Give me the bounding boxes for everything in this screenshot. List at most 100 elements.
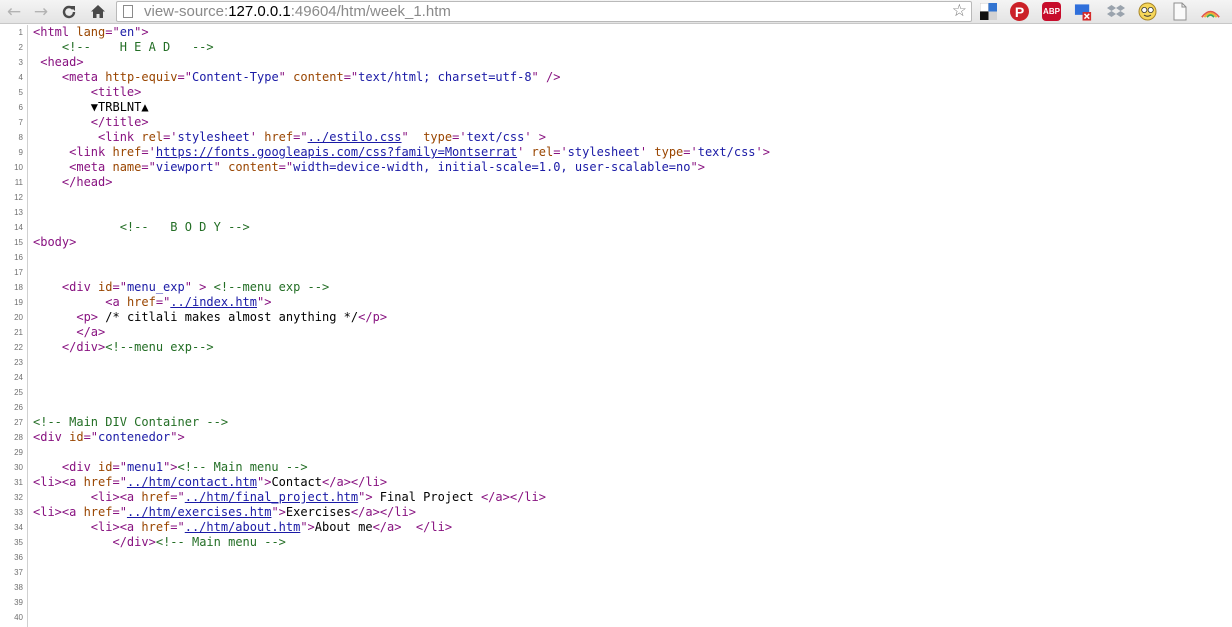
code-token: text/css bbox=[697, 145, 756, 159]
forward-arrow-icon[interactable]: → bbox=[30, 1, 52, 22]
line-number: 33 bbox=[14, 508, 23, 517]
code-token: stylesheet bbox=[567, 145, 640, 159]
code-token: href bbox=[83, 475, 113, 489]
code-text: <link href =' https://fonts.googleapis.com… bbox=[33, 145, 770, 160]
source-line: 15 <body> bbox=[0, 235, 1232, 250]
code-text: <li><a href="../htm/exercises.htm">Exerc… bbox=[33, 505, 416, 520]
code-token: " bbox=[213, 160, 229, 174]
code-token: "> bbox=[257, 295, 272, 309]
url-text[interactable]: view-source:127.0.0.1:49604/htm/week_1.h… bbox=[144, 3, 451, 21]
code-token: id bbox=[69, 430, 84, 444]
code-token: =" bbox=[112, 280, 127, 294]
smiley-extension-icon[interactable] bbox=[1138, 2, 1157, 21]
line-number: 14 bbox=[14, 223, 23, 232]
code-text: <div id="contenedor"> bbox=[33, 430, 185, 445]
code-token: </a></li> bbox=[480, 490, 546, 504]
line-number: 2 bbox=[18, 43, 23, 52]
reload-icon[interactable] bbox=[58, 1, 80, 22]
code-token: <link bbox=[69, 145, 113, 159]
code-token: <!--menu exp--> bbox=[105, 340, 214, 354]
adblock-plus-extension-icon[interactable]: ABP bbox=[1042, 2, 1061, 21]
source-link[interactable]: ../htm/contact.htm bbox=[127, 475, 257, 489]
code-token: =" bbox=[343, 70, 359, 84]
code-token: href bbox=[112, 145, 142, 159]
source-link[interactable]: ../index.htm bbox=[170, 295, 257, 309]
source-line: 27 <!-- Main DIV Container --> bbox=[0, 415, 1232, 430]
source-line: 8 <link rel='stylesheet' href="../estilo… bbox=[0, 130, 1232, 145]
source-link[interactable]: ../htm/final_project.htm bbox=[185, 490, 358, 504]
code-token: <meta bbox=[61, 70, 106, 84]
document-extension-icon[interactable] bbox=[1170, 2, 1189, 21]
address-bar[interactable]: view-source:127.0.0.1:49604/htm/week_1.h… bbox=[116, 1, 972, 22]
code-token: content bbox=[293, 70, 344, 84]
code-token: type bbox=[423, 130, 453, 144]
code-token: contenedor bbox=[98, 430, 171, 444]
screen-capture-extension-icon[interactable] bbox=[1074, 2, 1093, 21]
source-line: 16 bbox=[0, 250, 1232, 265]
code-token: About me bbox=[314, 520, 373, 534]
code-token: =" bbox=[105, 25, 120, 39]
code-token: =" bbox=[141, 160, 156, 174]
rainbow-extension-icon[interactable] bbox=[1201, 2, 1220, 21]
delicious-extension-icon[interactable] bbox=[979, 2, 998, 21]
code-text: </a> bbox=[33, 325, 105, 340]
code-text: <!-- Main DIV Container --> bbox=[33, 415, 228, 430]
source-link[interactable]: ../htm/exercises.htm bbox=[127, 505, 272, 519]
code-token: =" bbox=[177, 70, 192, 84]
code-token: href bbox=[141, 520, 171, 534]
code-token: <div bbox=[33, 430, 70, 444]
code-token: =' bbox=[163, 130, 178, 144]
code-token: "> bbox=[170, 430, 185, 444]
bookmark-star-icon[interactable]: ☆ bbox=[952, 2, 967, 21]
code-token: <li><a bbox=[90, 520, 142, 534]
source-line: 21 </a> bbox=[0, 325, 1232, 340]
source-line: 38 bbox=[0, 580, 1232, 595]
line-number: 40 bbox=[14, 613, 23, 622]
code-token: en bbox=[119, 25, 135, 39]
code-token: </title> bbox=[90, 115, 149, 129]
home-icon[interactable] bbox=[87, 1, 109, 22]
source-link[interactable]: https://fonts.googleapis.com/css?family=… bbox=[156, 145, 517, 159]
source-line: 36 bbox=[0, 550, 1232, 565]
code-text: <meta name="viewport" content="width=dev… bbox=[33, 160, 705, 175]
line-number: 35 bbox=[14, 538, 23, 547]
code-token: =" bbox=[170, 520, 185, 534]
source-line: 10 <meta name="viewport" content="width=… bbox=[0, 160, 1232, 175]
source-line: 18 <div id="menu_exp" > <!--menu exp --> bbox=[0, 280, 1232, 295]
code-token: ' bbox=[639, 145, 655, 159]
code-token: "> bbox=[358, 490, 373, 504]
code-token: <!-- Main menu --> bbox=[177, 460, 308, 474]
line-number: 11 bbox=[14, 178, 23, 187]
pinterest-extension-icon[interactable]: P bbox=[1010, 2, 1029, 21]
source-line: 3 <head> bbox=[0, 55, 1232, 70]
source-line: 23 bbox=[0, 355, 1232, 370]
line-number: 38 bbox=[14, 583, 23, 592]
back-arrow-icon[interactable]: ← bbox=[3, 1, 25, 22]
code-token: content bbox=[228, 160, 279, 174]
code-text: <li><a href="../htm/final_project.htm"> … bbox=[33, 490, 546, 505]
source-link[interactable]: ../htm/about.htm bbox=[185, 520, 301, 534]
code-token: </a> bbox=[76, 325, 106, 339]
line-number: 27 bbox=[14, 418, 23, 427]
source-link[interactable]: ../estilo.css bbox=[308, 130, 402, 144]
source-line: 4 <meta http-equiv="Content-Type" conten… bbox=[0, 70, 1232, 85]
code-token: <div bbox=[61, 280, 99, 294]
line-number: 6 bbox=[18, 103, 23, 112]
source-code-view[interactable]: 1 <html lang="en"> 2 <!-- H E A D --> 3 <he… bbox=[0, 25, 1232, 627]
dropbox-extension-icon[interactable] bbox=[1106, 2, 1125, 21]
line-number: 39 bbox=[14, 598, 23, 607]
line-number: 18 bbox=[14, 283, 23, 292]
code-token: =" bbox=[293, 130, 308, 144]
line-number: 9 bbox=[18, 148, 23, 157]
code-token: <!--menu exp --> bbox=[213, 280, 330, 294]
line-number: 4 bbox=[18, 73, 23, 82]
code-token: =' bbox=[683, 145, 698, 159]
